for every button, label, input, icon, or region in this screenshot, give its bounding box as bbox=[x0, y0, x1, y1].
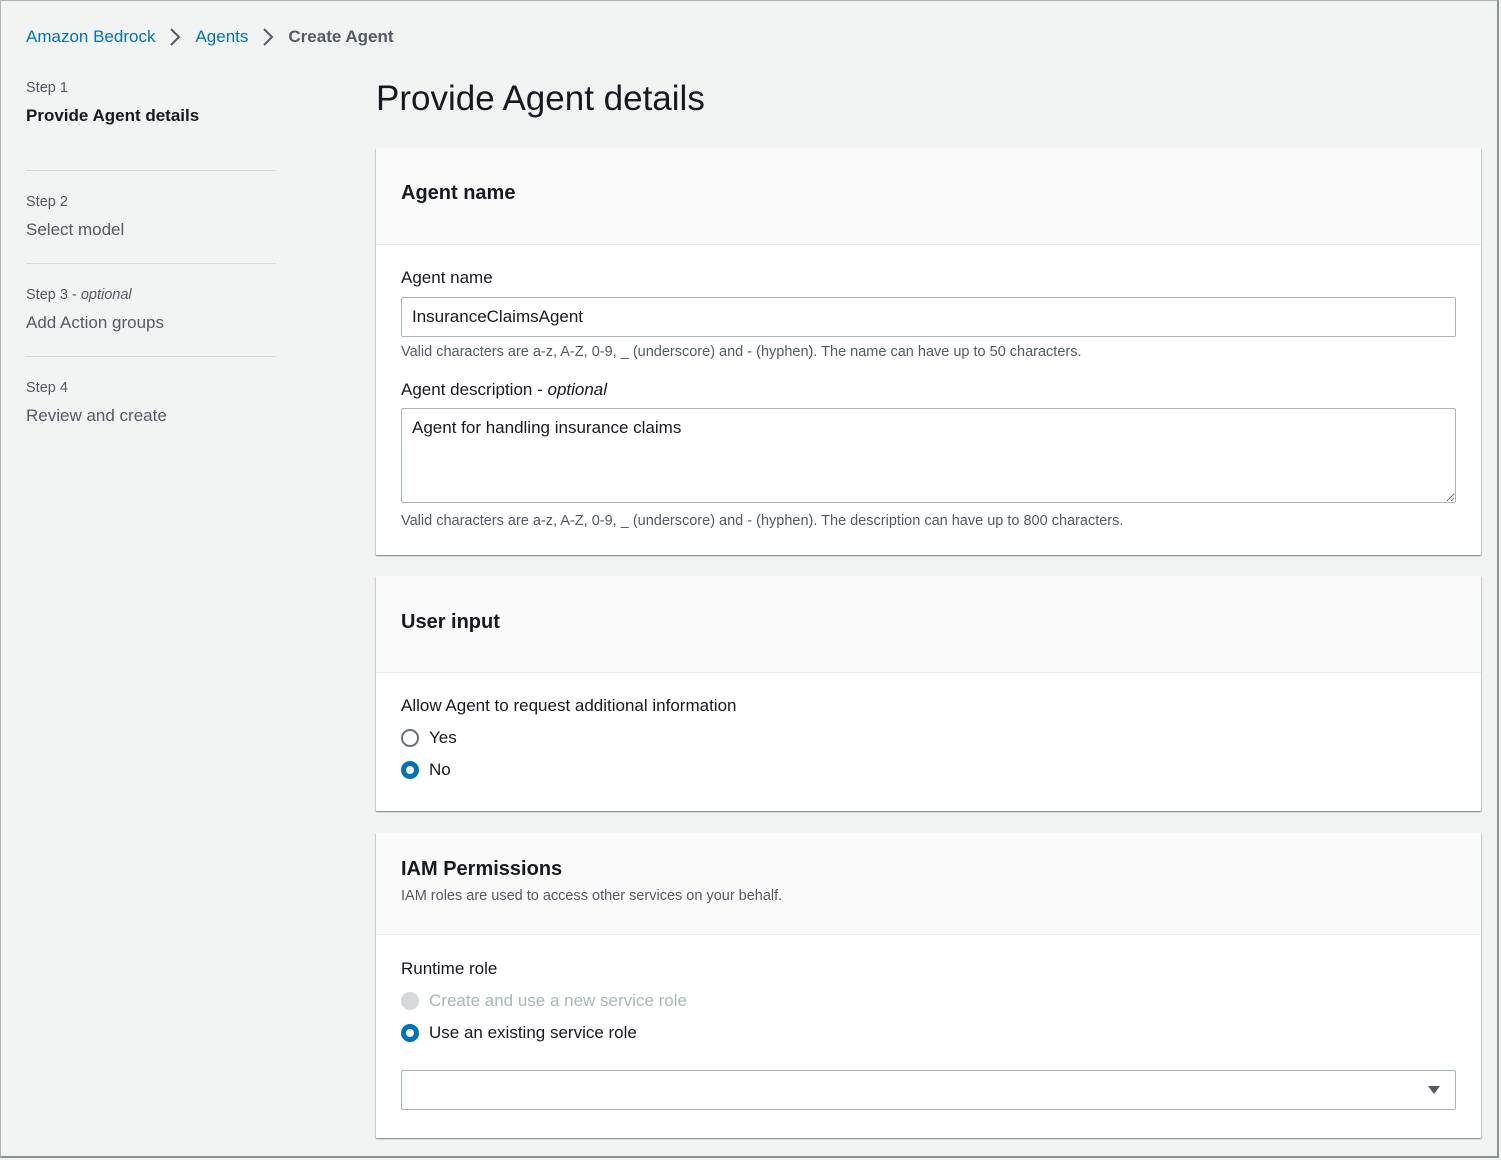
radio-button[interactable] bbox=[401, 729, 419, 747]
radio-label: Create and use a new service role bbox=[429, 991, 687, 1011]
radio-button[interactable] bbox=[401, 761, 419, 779]
step-title: Provide Agent details bbox=[26, 105, 276, 127]
wizard-steps: Step 1 Provide Agent details Step 2 Sele… bbox=[26, 78, 276, 450]
panel-header: IAM Permissions IAM roles are used to ac… bbox=[376, 833, 1481, 935]
breadcrumb-current: Create Agent bbox=[288, 27, 393, 47]
optional-tag: optional bbox=[547, 380, 607, 399]
step-2[interactable]: Step 2 Select model bbox=[26, 171, 276, 264]
step-title: Add Action groups bbox=[26, 312, 276, 334]
radio-label: No bbox=[429, 760, 451, 780]
radio-option-existing-role[interactable]: Use an existing service role bbox=[401, 1021, 1456, 1045]
panel-body: Allow Agent to request additional inform… bbox=[376, 673, 1481, 782]
agent-name-hint: Valid characters are a-z, A-Z, 0-9, _ (u… bbox=[401, 342, 1456, 362]
allow-request-question: Allow Agent to request additional inform… bbox=[401, 695, 1456, 717]
chevron-right-icon bbox=[155, 28, 195, 46]
panel-title: Agent name bbox=[401, 182, 1481, 205]
page-title: Provide Agent details bbox=[376, 78, 705, 120]
chevron-right-icon bbox=[248, 28, 288, 46]
step-optional-tag: optional bbox=[81, 287, 132, 303]
user-input-panel: User input Allow Agent to request additi… bbox=[376, 576, 1481, 811]
agent-description-textarea[interactable]: Agent for handling insurance claims bbox=[401, 408, 1456, 503]
breadcrumb-amazon-bedrock-link[interactable]: Amazon Bedrock bbox=[26, 27, 155, 47]
agent-description-hint: Valid characters are a-z, A-Z, 0-9, _ (u… bbox=[401, 511, 1456, 531]
step-title: Review and create bbox=[26, 405, 276, 427]
step-number-text: Step 3 bbox=[26, 287, 68, 303]
radio-option-create-role[interactable]: Create and use a new service role bbox=[401, 989, 1456, 1013]
caret-down-icon bbox=[1427, 1085, 1441, 1095]
panel-body: Runtime role Create and use a new servic… bbox=[376, 935, 1481, 1110]
agent-description-label: Agent description - optional bbox=[401, 379, 1456, 401]
step-number: Step 2 bbox=[26, 192, 276, 212]
panel-title: User input bbox=[401, 611, 1481, 634]
agent-name-label: Agent name bbox=[401, 267, 1456, 289]
step-3[interactable]: Step 3 - optional Add Action groups bbox=[26, 264, 276, 357]
agent-name-input[interactable] bbox=[401, 297, 1456, 337]
panel-description: IAM roles are used to access other servi… bbox=[401, 886, 1481, 906]
breadcrumb: Amazon Bedrock Agents Create Agent bbox=[26, 26, 394, 48]
allow-request-radio-group: Yes No bbox=[401, 726, 1456, 782]
radio-option-no[interactable]: No bbox=[401, 758, 1456, 782]
step-1: Step 1 Provide Agent details bbox=[26, 78, 276, 171]
radio-label: Yes bbox=[429, 728, 457, 748]
radio-option-yes[interactable]: Yes bbox=[401, 726, 1456, 750]
radio-label: Use an existing service role bbox=[429, 1023, 637, 1043]
panel-header: User input bbox=[376, 576, 1481, 673]
panel-title: IAM Permissions bbox=[401, 858, 1481, 881]
breadcrumb-agents-link[interactable]: Agents bbox=[195, 27, 248, 47]
panel-body: Agent name Valid characters are a-z, A-Z… bbox=[376, 245, 1481, 531]
radio-button[interactable] bbox=[401, 992, 419, 1010]
service-role-select[interactable] bbox=[401, 1070, 1456, 1110]
runtime-role-label: Runtime role bbox=[401, 958, 1456, 980]
runtime-role-radio-group: Create and use a new service role Use an… bbox=[401, 989, 1456, 1045]
step-number: Step 1 bbox=[26, 78, 276, 98]
agent-description-label-text: Agent description bbox=[401, 380, 532, 399]
step-title: Select model bbox=[26, 219, 276, 241]
step-number: Step 4 bbox=[26, 378, 276, 398]
iam-permissions-panel: IAM Permissions IAM roles are used to ac… bbox=[376, 833, 1481, 1138]
step-4[interactable]: Step 4 Review and create bbox=[26, 357, 276, 450]
radio-button[interactable] bbox=[401, 1024, 419, 1042]
step-number: Step 3 - optional bbox=[26, 285, 276, 305]
panel-header: Agent name bbox=[376, 148, 1481, 245]
agent-name-panel: Agent name Agent name Valid characters a… bbox=[376, 148, 1481, 555]
